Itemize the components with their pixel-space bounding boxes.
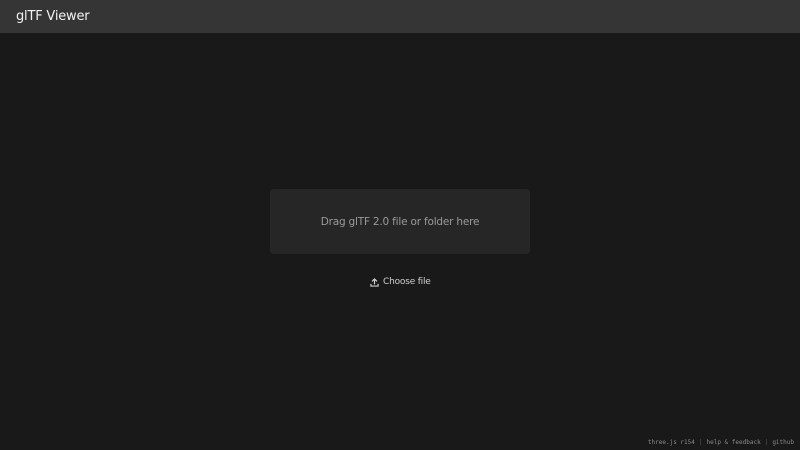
upload-icon xyxy=(370,277,379,287)
footer-separator: | xyxy=(698,439,703,446)
app-title: glTF Viewer xyxy=(16,9,90,24)
app-window: glTF Viewer Drag glTF 2.0 file or folder… xyxy=(0,0,800,450)
choose-file-label: Choose file xyxy=(383,277,431,287)
footer-separator: | xyxy=(764,439,769,446)
threejs-version-link[interactable]: three.js r154 xyxy=(648,439,695,446)
footer-links: three.js r154 | help & feedback | github xyxy=(648,439,794,446)
drop-zone-text: Drag glTF 2.0 file or folder here xyxy=(320,215,480,228)
help-feedback-link[interactable]: help & feedback xyxy=(707,439,761,446)
main-area: Drag glTF 2.0 file or folder here Choose… xyxy=(0,33,800,450)
drop-zone[interactable]: Drag glTF 2.0 file or folder here xyxy=(270,189,530,254)
github-link[interactable]: github xyxy=(772,439,794,446)
choose-file-button[interactable]: Choose file xyxy=(370,275,431,289)
app-header: glTF Viewer xyxy=(0,0,800,33)
